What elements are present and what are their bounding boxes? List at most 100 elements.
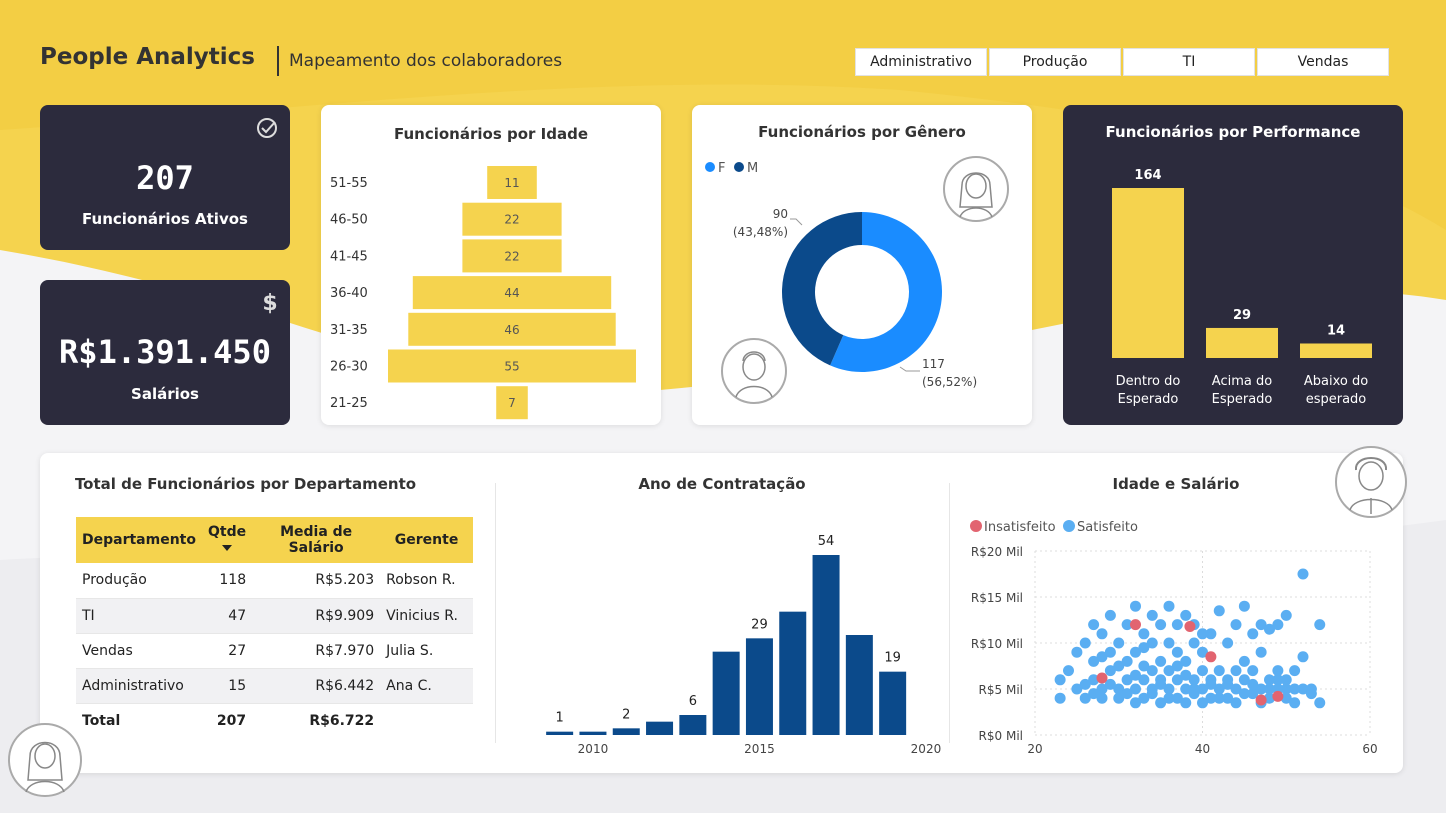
filter-button-administrativo[interactable]: Administrativo	[855, 48, 987, 76]
scatter-point-satisfeito	[1180, 609, 1192, 621]
column-header-media-salario[interactable]: Media de Salário	[252, 517, 381, 563]
scatter-point-insatisfeito	[1184, 620, 1196, 632]
hiring-bar	[779, 611, 807, 735]
scatter-point-satisfeito	[1171, 660, 1183, 672]
table-cell: 27	[202, 633, 253, 669]
age-category-label: 36-40	[330, 286, 368, 301]
sort-descending-icon	[222, 545, 233, 551]
total-salary: R$6.722	[252, 702, 381, 738]
scatter-point-satisfeito	[1289, 665, 1301, 677]
scatter-point-insatisfeito	[1255, 694, 1267, 706]
scatter-point-satisfeito	[1205, 678, 1217, 690]
scatter-point-satisfeito	[1180, 669, 1192, 681]
age-bar-value: 7	[508, 396, 516, 410]
scatter-point-satisfeito	[1121, 688, 1133, 700]
performance-category-label: Abaixo do	[1304, 374, 1368, 389]
age-chart: 51-55 11 46-50 22 41-45 22 36-40 44 31-35 46 26-30…	[330, 166, 636, 420]
age-category-label: 26-30	[330, 360, 368, 375]
legend-label-f: F	[718, 161, 725, 176]
age-bar-value: 55	[504, 360, 519, 374]
hiring-bar-value: 19	[884, 651, 901, 666]
scatter-point-satisfeito	[1238, 688, 1250, 700]
y-tick-label: R$0 Mil	[979, 729, 1023, 743]
x-tick-label: 20	[1027, 742, 1042, 756]
x-tick-label: 40	[1195, 742, 1210, 756]
hiring-bar	[679, 715, 707, 735]
column-header-gerente[interactable]: Gerente	[380, 517, 473, 563]
scatter-point-satisfeito	[1079, 637, 1091, 649]
age-category-label: 51-55	[330, 176, 368, 191]
scatter-point-insatisfeito	[1096, 672, 1108, 684]
scatter-point-satisfeito	[1171, 646, 1183, 658]
table-row[interactable]: TI 47 R$9.909 Vinicius R.	[76, 598, 473, 634]
table-row[interactable]: Administrativo 15 R$6.442 Ana C.	[76, 668, 473, 704]
scatter-point-satisfeito	[1130, 600, 1141, 612]
y-tick-label: R$10 Mil	[971, 637, 1023, 651]
performance-bar	[1112, 188, 1184, 358]
scatter-point-satisfeito	[1213, 605, 1225, 617]
scatter-point-satisfeito	[1155, 678, 1167, 690]
scatter-point-satisfeito	[1297, 568, 1309, 580]
performance-bar	[1300, 343, 1372, 358]
female-avatar-icon	[8, 723, 82, 797]
performance-chart: 164 Dentro do Esperado 29 Acima do Esperado 14…	[1112, 168, 1372, 407]
page-title: People Analytics	[40, 44, 255, 70]
table-cell: TI	[76, 598, 202, 634]
table-total-row: Total 207 R$6.722	[76, 702, 473, 738]
kpi-active-value: 207	[136, 159, 194, 197]
filter-button-producao[interactable]: Produção	[989, 48, 1121, 76]
hiring-bar	[546, 731, 574, 735]
scatter-point-satisfeito	[1163, 692, 1175, 704]
scatter-point-satisfeito	[1197, 665, 1208, 677]
scatter-point-satisfeito	[1230, 665, 1242, 677]
scatter-point-satisfeito	[1113, 637, 1125, 649]
performance-category-label: Esperado	[1212, 392, 1273, 407]
scatter-point-satisfeito	[1305, 688, 1317, 700]
table-cell: Julia S.	[380, 633, 473, 669]
age-bar-value: 46	[504, 323, 519, 337]
performance-category-label: Esperado	[1118, 392, 1179, 407]
legend-marker-satisfeito	[1063, 520, 1075, 532]
hiring-bar-value: 54	[818, 534, 835, 549]
table-row[interactable]: Produção 118 R$5.203 Robson R.	[76, 563, 473, 599]
scatter-point-satisfeito	[1096, 651, 1108, 663]
scatter-point-satisfeito	[1297, 651, 1309, 663]
hiring-bar-value: 1	[556, 711, 564, 726]
age-category-label: 46-50	[330, 213, 368, 228]
hiring-bar	[812, 555, 840, 735]
filter-button-ti[interactable]: TI	[1123, 48, 1255, 76]
table-row[interactable]: Vendas 27 R$7.970 Julia S.	[76, 633, 473, 669]
legend-label-satisfeito: Satisfeito	[1077, 520, 1138, 535]
scatter-point-satisfeito	[1230, 697, 1242, 709]
bottom-panel: Total de Funcionários por Departamento D…	[40, 453, 1403, 773]
scatter-point-satisfeito	[1255, 646, 1267, 658]
label-leader-line	[899, 366, 920, 372]
slice-label-f-value: 117	[922, 357, 945, 371]
scatter-point-satisfeito	[1138, 628, 1150, 640]
performance-bar-value: 164	[1134, 168, 1161, 183]
dollar-icon: $	[262, 291, 277, 316]
scatter-point-satisfeito	[1238, 655, 1250, 667]
age-category-label: 31-35	[330, 323, 368, 338]
hiring-bar-value: 29	[751, 617, 768, 632]
total-label: Total	[76, 702, 202, 738]
table-cell: 15	[202, 668, 253, 704]
hiring-bar-value: 6	[689, 694, 697, 709]
column-header-qtde[interactable]: Qtde	[202, 517, 253, 563]
table-cell: Robson R.	[380, 563, 473, 599]
table-cell: R$6.442	[252, 668, 381, 704]
scatter-point-satisfeito	[1247, 678, 1259, 690]
svg-text:$: $	[262, 291, 277, 316]
filter-button-vendas[interactable]: Vendas	[1257, 48, 1389, 76]
legend-label-insatisfeito: Insatisfeito	[984, 520, 1056, 535]
performance-category-label: esperado	[1306, 392, 1367, 407]
performance-bar	[1206, 327, 1278, 358]
kpi-salaries-label: Salários	[131, 385, 199, 403]
male-avatar-icon	[1335, 446, 1407, 518]
scatter-point-satisfeito	[1054, 692, 1066, 704]
column-header-departamento[interactable]: Departamento	[76, 517, 202, 563]
scatter-point-satisfeito	[1272, 619, 1284, 631]
hiring-year-chart: 1 2 6 29 54 19 2010 2015 2020	[546, 534, 941, 756]
age-bar-value: 22	[504, 213, 519, 227]
scatter-point-satisfeito	[1146, 609, 1158, 621]
